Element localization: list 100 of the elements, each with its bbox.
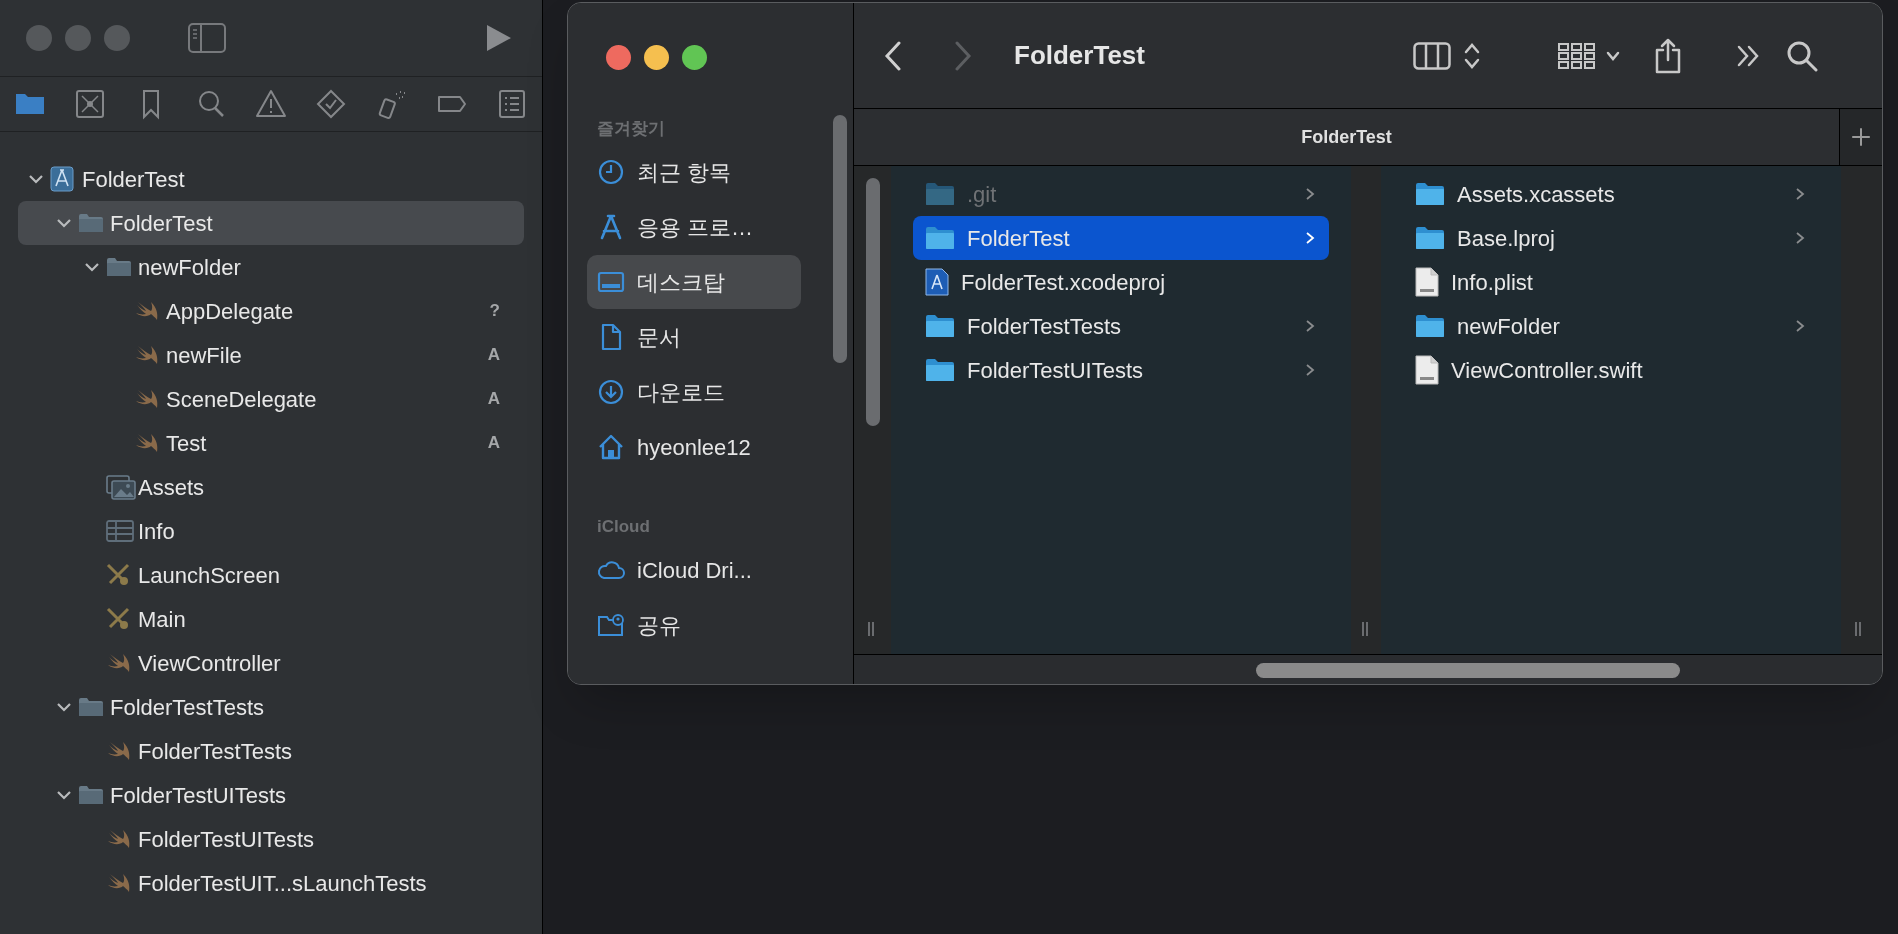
tree-row[interactable]: AppDelegate ? bbox=[18, 289, 524, 333]
up-down-chevron-icon[interactable] bbox=[1464, 41, 1480, 70]
chevron-down-icon[interactable] bbox=[28, 173, 44, 185]
window-title: FolderTest bbox=[1014, 39, 1145, 72]
sidebar-item[interactable]: 문서 bbox=[587, 310, 801, 364]
column-view-icon[interactable] bbox=[1413, 41, 1451, 70]
sidebar-item[interactable]: 데스크탑 bbox=[587, 255, 801, 309]
run-icon[interactable] bbox=[486, 24, 512, 52]
tree-row[interactable]: FolderTestTests bbox=[18, 729, 524, 773]
double-chevron-icon[interactable] bbox=[1736, 44, 1760, 67]
folder-icon bbox=[1415, 182, 1445, 206]
sidebar-label: 다운로드 bbox=[637, 378, 725, 407]
sidebar-label: 최근 항목 bbox=[637, 158, 732, 187]
file-icon bbox=[1415, 355, 1439, 385]
file-name: Assets bbox=[138, 473, 205, 502]
file-name: ViewController bbox=[138, 649, 281, 678]
sidebar-label: hyeonlee12 bbox=[637, 433, 751, 462]
close-window-button[interactable] bbox=[606, 45, 631, 70]
file-row[interactable]: FolderTestUITests bbox=[913, 348, 1329, 392]
file-row[interactable]: newFolder bbox=[1403, 304, 1819, 348]
folder-icon bbox=[925, 358, 955, 382]
chevron-down-icon[interactable] bbox=[56, 217, 72, 229]
status-letter: A bbox=[487, 388, 500, 411]
tree-row[interactable]: ViewController bbox=[18, 641, 524, 685]
file-row[interactable]: FolderTest.xcodeproj bbox=[913, 260, 1329, 304]
tree-row[interactable]: Info bbox=[18, 509, 524, 553]
tab[interactable]: FolderTest bbox=[854, 109, 1839, 165]
file-name: FolderTest bbox=[967, 224, 1070, 253]
table-icon bbox=[106, 520, 134, 542]
diamond-check-icon[interactable] bbox=[315, 88, 348, 120]
file-row[interactable]: ViewController.swift bbox=[1403, 348, 1819, 392]
sidebar-toggle-icon[interactable] bbox=[188, 23, 226, 53]
sidebar-label: 공유 bbox=[637, 611, 681, 640]
folder-icon bbox=[78, 213, 104, 233]
tree-row[interactable]: FolderTest bbox=[18, 157, 524, 201]
tree-row[interactable]: Main bbox=[18, 597, 524, 641]
file-name: Test bbox=[166, 429, 207, 458]
sidebar-item[interactable]: iCloud Dri... bbox=[587, 543, 801, 597]
crossed-square-icon[interactable] bbox=[74, 88, 107, 120]
column-resize-handle[interactable] bbox=[1362, 622, 1368, 636]
list-icon[interactable] bbox=[496, 88, 528, 120]
share-icon[interactable] bbox=[1654, 37, 1682, 74]
blueprint-file-icon bbox=[925, 268, 949, 296]
chevron-down-icon[interactable] bbox=[56, 701, 72, 713]
file-row[interactable]: FolderTestTests bbox=[913, 304, 1329, 348]
images-icon bbox=[106, 474, 136, 500]
file-name: AppDelegate bbox=[166, 297, 294, 326]
scrollbar-thumb[interactable] bbox=[1256, 663, 1680, 678]
minimize-window-button[interactable] bbox=[644, 45, 669, 70]
caret-icon[interactable] bbox=[1606, 50, 1620, 61]
sidebar-item[interactable]: 공유 bbox=[587, 598, 801, 652]
column-resize-handle[interactable] bbox=[1855, 622, 1861, 636]
shared-folder-icon bbox=[597, 611, 625, 639]
grid-icon[interactable] bbox=[1558, 41, 1596, 70]
tree-row[interactable]: FolderTestUIT...sLaunchTests bbox=[18, 861, 524, 905]
file-name: FolderTest bbox=[110, 209, 213, 238]
scrollbar-thumb[interactable] bbox=[833, 115, 847, 363]
swift-bird-icon bbox=[106, 872, 132, 894]
file-name: Info.plist bbox=[1451, 268, 1533, 297]
back-icon[interactable] bbox=[884, 40, 902, 71]
file-row[interactable]: Base.lproj bbox=[1403, 216, 1819, 260]
crossed-tools-icon bbox=[106, 607, 132, 631]
tree-row[interactable]: FolderTestTests bbox=[18, 685, 524, 729]
zoom-window-button[interactable] bbox=[682, 45, 707, 70]
file-row[interactable]: Assets.xcassets bbox=[1403, 172, 1819, 216]
sidebar-item[interactable]: 응용 프로… bbox=[587, 200, 801, 254]
scrollbar-thumb[interactable] bbox=[866, 178, 880, 426]
file-name: .git bbox=[967, 180, 997, 209]
swift-bird-icon bbox=[134, 300, 160, 322]
tree-row[interactable]: FolderTest bbox=[18, 201, 524, 245]
chevron-down-icon[interactable] bbox=[56, 789, 72, 801]
folder-icon bbox=[925, 314, 955, 338]
tree-row[interactable]: FolderTestUITests bbox=[18, 817, 524, 861]
file-name: newFolder bbox=[138, 253, 241, 282]
swift-bird-icon bbox=[134, 344, 160, 366]
column-resize-handle[interactable] bbox=[868, 622, 874, 636]
file-name: FolderTest.xcodeproj bbox=[961, 268, 1166, 297]
status-letter: ? bbox=[489, 300, 500, 323]
clock-icon bbox=[597, 158, 625, 186]
sidebar-item[interactable]: hyeonlee12 bbox=[587, 420, 801, 474]
file-row[interactable]: Info.plist bbox=[1403, 260, 1819, 304]
file-row[interactable]: FolderTest bbox=[913, 216, 1329, 260]
chevron-down-icon[interactable] bbox=[84, 261, 100, 273]
tree-row[interactable]: SceneDelegate A bbox=[18, 377, 524, 421]
tree-row[interactable]: newFile A bbox=[18, 333, 524, 377]
tree-row[interactable]: FolderTestUITests bbox=[18, 773, 524, 817]
crossed-tools-icon bbox=[106, 563, 132, 587]
folder-icon bbox=[925, 182, 955, 206]
tree-row[interactable]: LaunchScreen bbox=[18, 553, 524, 597]
status-letter: A bbox=[487, 344, 500, 367]
file-icon bbox=[1415, 267, 1439, 297]
tree-row[interactable]: newFolder bbox=[18, 245, 524, 289]
tree-row[interactable]: Assets bbox=[18, 465, 524, 509]
forward-icon[interactable] bbox=[954, 40, 972, 71]
search-icon[interactable] bbox=[1786, 39, 1818, 72]
warning-icon[interactable] bbox=[255, 88, 287, 120]
tree-row[interactable]: Test A bbox=[18, 421, 524, 465]
sidebar-item[interactable]: 최근 항목 bbox=[587, 145, 801, 199]
folder-icon bbox=[78, 697, 104, 717]
sidebar-item[interactable]: 다운로드 bbox=[587, 365, 801, 419]
